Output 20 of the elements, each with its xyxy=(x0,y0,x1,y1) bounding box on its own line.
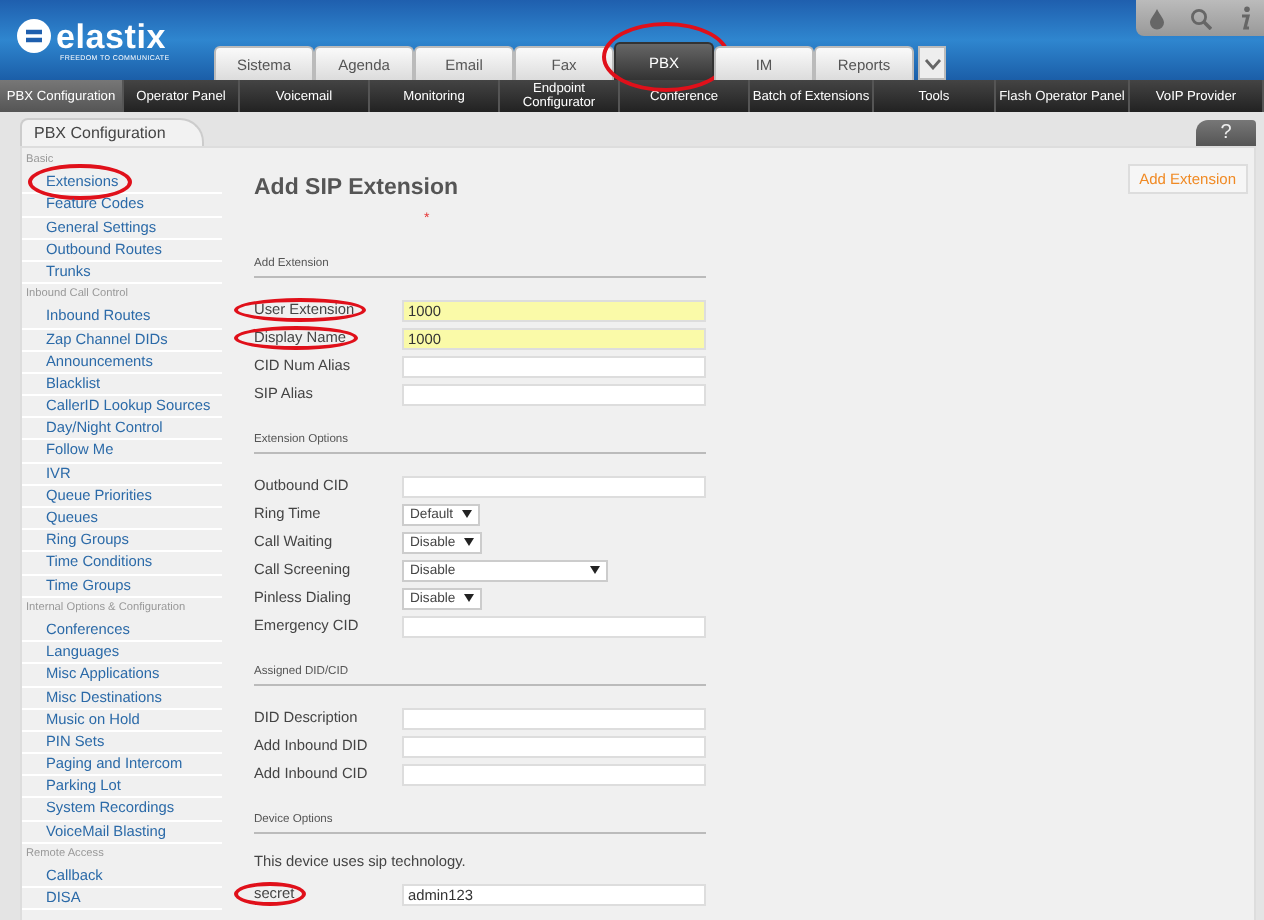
search-icon[interactable] xyxy=(1190,7,1213,29)
text-field[interactable] xyxy=(402,735,706,757)
dropdown-arrow-icon xyxy=(463,538,474,546)
text-field[interactable] xyxy=(402,355,706,377)
dropdown-arrow-icon xyxy=(590,566,600,574)
text-field[interactable] xyxy=(402,475,706,497)
drop-icon[interactable] xyxy=(1148,7,1167,29)
chevron-down-icon xyxy=(923,57,941,69)
text-field[interactable] xyxy=(402,707,706,729)
dropdown-arrow-icon xyxy=(461,510,472,518)
text-field[interactable] xyxy=(402,383,706,405)
panel-tab[interactable]: PBX Configuration xyxy=(20,118,204,146)
text-field[interactable] xyxy=(402,615,706,637)
info-icon[interactable] xyxy=(1237,6,1252,30)
dropdown-arrow-icon xyxy=(463,594,474,602)
text-field[interactable] xyxy=(402,763,706,785)
page-title: Add SIP Extension xyxy=(254,176,459,200)
more-tabs-button[interactable] xyxy=(918,46,946,80)
logo-icon xyxy=(16,18,52,54)
help-button[interactable]: ? xyxy=(1196,120,1256,146)
